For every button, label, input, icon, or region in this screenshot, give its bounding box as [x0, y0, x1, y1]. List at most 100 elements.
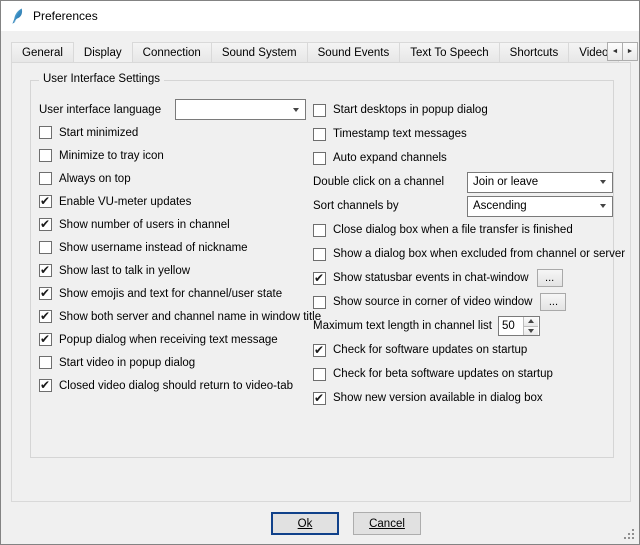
checkbox-check-updates[interactable]: Check for software updates on startup [313, 338, 613, 362]
checkbox-excluded-dialog[interactable]: Show a dialog box when excluded from cha… [313, 242, 613, 266]
max-text-length-row: Maximum text length in channel list [313, 314, 613, 338]
checkbox-icon [313, 296, 326, 309]
checkbox-label: Always on top [59, 173, 131, 185]
double-click-row: Double click on a channel Join or leave [313, 170, 613, 194]
max-text-length-spinbox[interactable] [498, 316, 540, 336]
ok-button[interactable]: Ok [271, 512, 339, 535]
checkbox-server-channel-in-title[interactable]: Show both server and channel name in win… [39, 305, 313, 328]
checkbox-icon [39, 333, 52, 346]
language-label: User interface language [39, 104, 175, 116]
statusbar-events-config-button[interactable]: ... [537, 269, 563, 287]
checkbox-close-on-transfer-finished[interactable]: Close dialog box when a file transfer is… [313, 218, 613, 242]
tab-page-display: User Interface Settings User interface l… [11, 62, 631, 502]
arrow-left-icon: ◄ [612, 48, 619, 55]
language-combobox[interactable] [175, 99, 306, 120]
group-title: User Interface Settings [39, 73, 164, 85]
user-interface-settings-group: User Interface Settings User interface l… [30, 80, 614, 458]
checkbox-video-popup-dialog[interactable]: Start video in popup dialog [39, 351, 313, 374]
language-row: User interface language [39, 98, 313, 121]
window-title: Preferences [33, 9, 98, 23]
tab-scroll-left-button[interactable]: ◄ [607, 42, 623, 61]
checkbox-timestamp-messages[interactable]: Timestamp text messages [313, 122, 613, 146]
checkbox-icon [313, 344, 326, 357]
tab-sound-system[interactable]: Sound System [211, 42, 308, 62]
checkbox-desktops-popup[interactable]: Start desktops in popup dialog [313, 98, 613, 122]
checkbox-label: Start video in popup dialog [59, 357, 195, 369]
checkbox-last-to-talk-yellow[interactable]: Show last to talk in yellow [39, 259, 313, 282]
checkbox-icon [313, 152, 326, 165]
sort-channels-label: Sort channels by [313, 200, 467, 212]
resize-grip[interactable] [622, 527, 635, 540]
tab-scroll-right-button[interactable]: ► [622, 42, 638, 61]
combobox-value: Ascending [473, 200, 594, 212]
spin-up-button[interactable] [523, 317, 538, 327]
video-source-row: Show source in corner of video window ..… [313, 290, 613, 314]
left-settings-column: User interface language Start minimized … [39, 98, 313, 397]
checkbox-label: Show emojis and text for channel/user st… [59, 288, 282, 300]
checkbox-icon [313, 128, 326, 141]
checkbox-start-minimized[interactable]: Start minimized [39, 121, 313, 144]
checkbox-icon [39, 195, 52, 208]
checkbox-show-user-count[interactable]: Show number of users in channel [39, 213, 313, 236]
checkbox-icon [39, 172, 52, 185]
combobox-value: Join or leave [473, 176, 594, 188]
checkbox-label: Enable VU-meter updates [59, 196, 191, 208]
checkbox-show-username[interactable]: Show username instead of nickname [39, 236, 313, 259]
tab-general[interactable]: General [11, 42, 74, 62]
checkbox-emojis-text-state[interactable]: Show emojis and text for channel/user st… [39, 282, 313, 305]
checkbox-label: Show statusbar events in chat-window [333, 272, 529, 284]
tab-display[interactable]: Display [73, 42, 133, 62]
checkbox-label: Check for beta software updates on start… [333, 368, 553, 380]
checkbox-icon [313, 104, 326, 117]
checkbox-statusbar-events[interactable]: Show statusbar events in chat-window [313, 272, 529, 285]
checkbox-video-return-to-tab[interactable]: Closed video dialog should return to vid… [39, 374, 313, 397]
checkbox-icon [313, 224, 326, 237]
arrow-down-icon [528, 329, 534, 333]
spin-value-input[interactable] [499, 317, 523, 335]
app-icon [9, 8, 26, 25]
checkbox-new-version-dialog[interactable]: Show new version available in dialog box [313, 386, 613, 410]
checkbox-icon [39, 241, 52, 254]
sort-channels-combobox[interactable]: Ascending [467, 196, 613, 217]
spin-down-button[interactable] [523, 327, 538, 336]
preferences-dialog: { "window": { "title": "Preferences" }, … [0, 0, 640, 545]
checkbox-label: Show both server and channel name in win… [59, 311, 321, 323]
arrow-right-icon: ► [627, 48, 634, 55]
checkbox-minimize-to-tray[interactable]: Minimize to tray icon [39, 144, 313, 167]
spin-buttons [523, 317, 538, 335]
video-source-config-button[interactable]: ... [540, 293, 566, 311]
dropdown-arrow-icon [287, 100, 305, 119]
checkbox-label: Check for software updates on startup [333, 344, 527, 356]
checkbox-icon [39, 126, 52, 139]
double-click-combobox[interactable]: Join or leave [467, 172, 613, 193]
checkbox-label: Start desktops in popup dialog [333, 104, 488, 116]
checkbox-always-on-top[interactable]: Always on top [39, 167, 313, 190]
checkbox-label: Start minimized [59, 127, 138, 139]
statusbar-events-row: Show statusbar events in chat-window ... [313, 266, 613, 290]
tab-bar: General Display Connection Sound System … [11, 42, 638, 62]
checkbox-icon [313, 248, 326, 261]
checkbox-label: Popup dialog when receiving text message [59, 334, 278, 346]
checkbox-icon [39, 149, 52, 162]
tab-shortcuts[interactable]: Shortcuts [499, 42, 570, 62]
checkbox-label: Show number of users in channel [59, 219, 230, 231]
checkbox-label: Timestamp text messages [333, 128, 467, 140]
checkbox-vu-meter-updates[interactable]: Enable VU-meter updates [39, 190, 313, 213]
tab-connection[interactable]: Connection [132, 42, 212, 62]
checkbox-popup-on-text-message[interactable]: Popup dialog when receiving text message [39, 328, 313, 351]
checkbox-auto-expand-channels[interactable]: Auto expand channels [313, 146, 613, 170]
checkbox-icon [313, 392, 326, 405]
dropdown-arrow-icon [594, 197, 612, 216]
tab-sound-events[interactable]: Sound Events [307, 42, 401, 62]
checkbox-check-beta-updates[interactable]: Check for beta software updates on start… [313, 362, 613, 386]
checkbox-video-source-corner[interactable]: Show source in corner of video window [313, 296, 532, 309]
checkbox-icon [39, 287, 52, 300]
checkbox-label: Auto expand channels [333, 152, 447, 164]
tab-text-to-speech[interactable]: Text To Speech [399, 42, 499, 62]
checkbox-label: Close dialog box when a file transfer is… [333, 224, 573, 236]
cancel-button[interactable]: Cancel [353, 512, 421, 535]
arrow-up-icon [528, 319, 534, 323]
checkbox-icon [39, 218, 52, 231]
checkbox-label: Show new version available in dialog box [333, 392, 543, 404]
checkbox-label: Show last to talk in yellow [59, 265, 190, 277]
